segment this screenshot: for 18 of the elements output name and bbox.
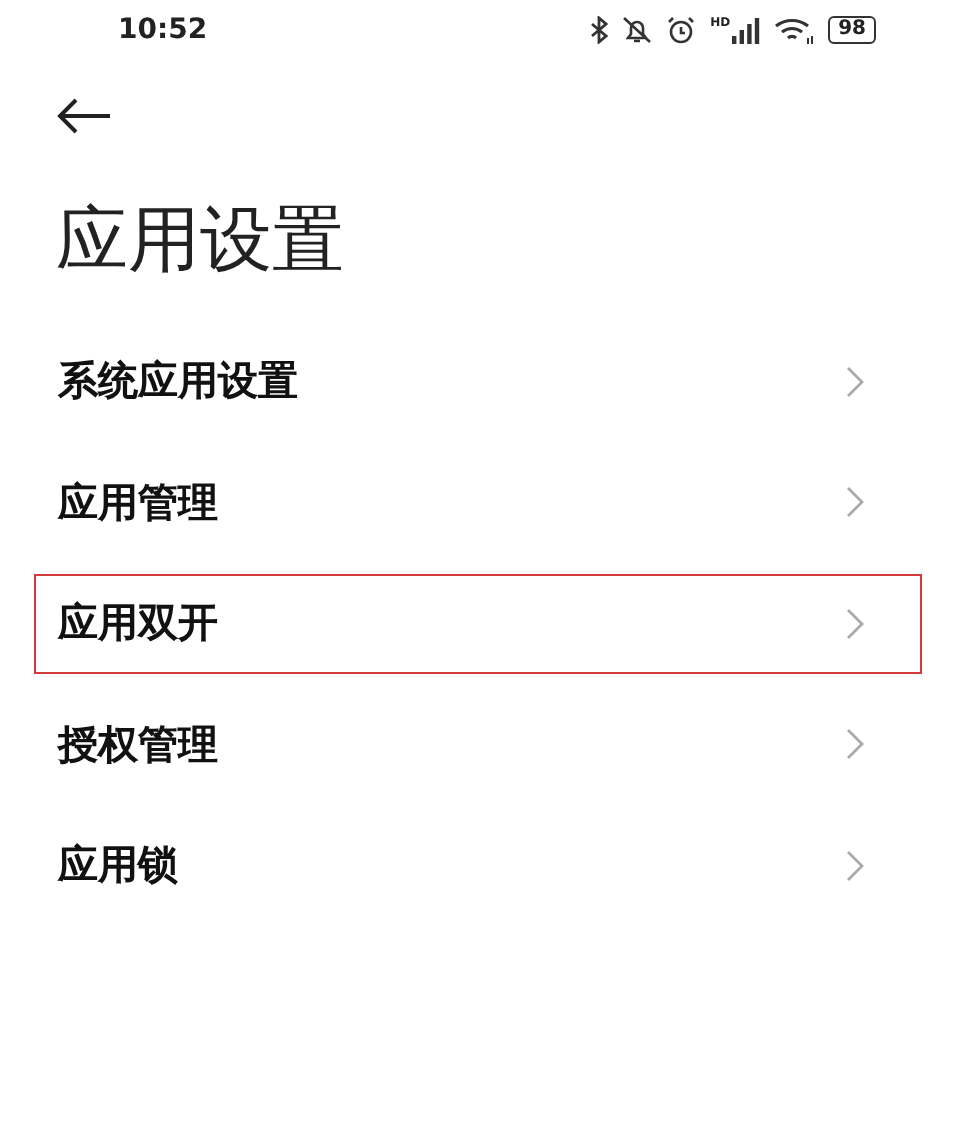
settings-item[interactable]: 授权管理 bbox=[34, 694, 922, 794]
chevron-right-icon bbox=[846, 607, 864, 639]
chevron-right-icon bbox=[846, 365, 864, 397]
chevron-right-icon bbox=[846, 728, 864, 760]
wifi-icon bbox=[774, 16, 815, 44]
settings-item[interactable]: 应用锁 bbox=[34, 815, 922, 915]
clock-time: 10:52 bbox=[118, 14, 210, 46]
battery-level: 98 bbox=[828, 16, 876, 44]
chevron-right-icon bbox=[846, 849, 864, 881]
back-arrow-icon[interactable] bbox=[56, 96, 112, 136]
settings-item[interactable]: 应用双开 bbox=[34, 573, 922, 673]
bluetooth-icon bbox=[590, 16, 609, 44]
settings-item[interactable]: 系统应用设置 bbox=[34, 331, 922, 431]
muted-bell-icon bbox=[622, 16, 653, 44]
chevron-right-icon bbox=[846, 486, 864, 518]
page-title: 应用设置 bbox=[56, 198, 346, 286]
alarm-clock-icon bbox=[666, 16, 697, 44]
settings-item[interactable]: 应用管理 bbox=[34, 452, 922, 552]
